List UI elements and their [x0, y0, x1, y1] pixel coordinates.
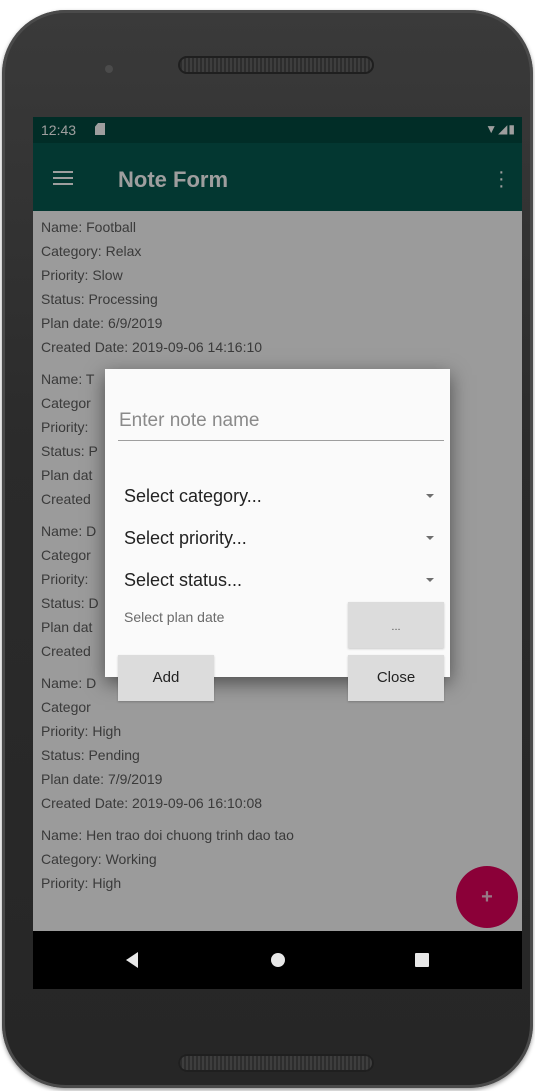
- navigation-bar: [33, 931, 522, 989]
- note-name-input[interactable]: [118, 401, 444, 441]
- plan-date-label: Select plan date: [124, 609, 225, 625]
- priority-select[interactable]: Select priority...: [124, 522, 434, 552]
- home-icon[interactable]: [271, 953, 285, 967]
- dropdown-arrow-icon: [426, 536, 434, 540]
- note-form-dialog: Select category... Select priority... Se…: [105, 369, 450, 701]
- add-note-fab[interactable]: +: [456, 866, 518, 928]
- close-button[interactable]: Close: [348, 655, 444, 701]
- plus-icon: +: [481, 886, 493, 908]
- priority-select-label: Select priority...: [124, 528, 247, 548]
- bottom-speaker: [178, 1054, 374, 1072]
- front-camera: [105, 65, 113, 73]
- status-select-label: Select status...: [124, 570, 243, 590]
- category-select-label: Select category...: [124, 486, 262, 506]
- back-icon[interactable]: [126, 952, 138, 968]
- dropdown-arrow-icon: [426, 578, 434, 582]
- device-screen: 12:43 ▼◢▮ Note Form · · · Name: Football C…: [33, 117, 522, 989]
- earpiece-speaker: [178, 56, 374, 74]
- pick-date-button[interactable]: ...: [348, 602, 444, 648]
- category-select[interactable]: Select category...: [124, 480, 434, 510]
- add-button[interactable]: Add: [118, 655, 214, 701]
- status-select[interactable]: Select status...: [124, 564, 434, 594]
- dropdown-arrow-icon: [426, 494, 434, 498]
- recent-apps-icon[interactable]: [415, 953, 429, 967]
